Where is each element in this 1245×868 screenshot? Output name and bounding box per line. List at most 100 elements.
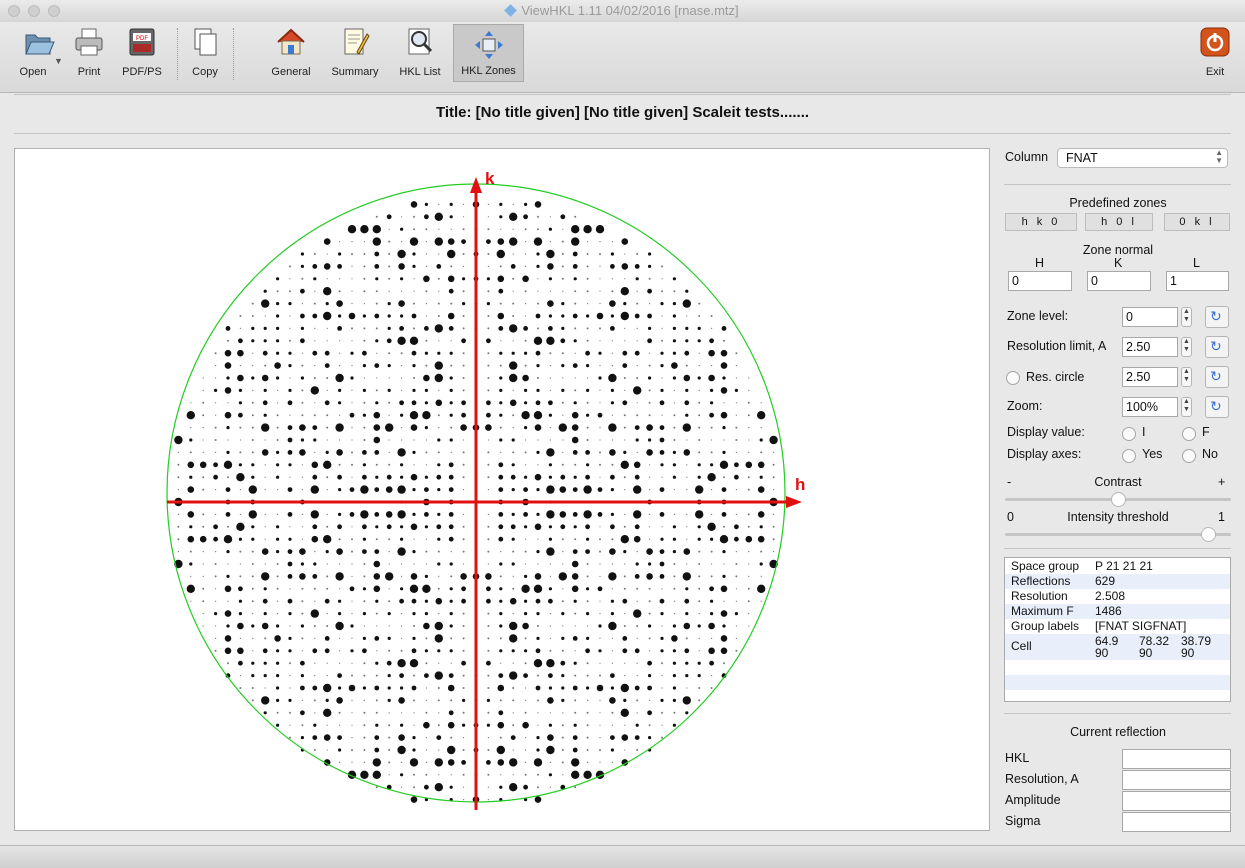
reflection-spot[interactable] <box>424 401 428 405</box>
reflection-spot[interactable] <box>239 451 242 454</box>
reflection-spot[interactable] <box>709 412 714 418</box>
reflection-spot[interactable] <box>512 277 515 280</box>
reflection-spot[interactable] <box>462 377 465 379</box>
reflection-spot[interactable] <box>215 513 217 515</box>
reflection-spot[interactable] <box>685 364 688 367</box>
reflection-spot[interactable] <box>263 326 267 330</box>
reflection-spot[interactable] <box>611 662 614 664</box>
reflection-spot[interactable] <box>735 551 738 553</box>
reflection-spot[interactable] <box>548 227 553 231</box>
reflection-spot[interactable] <box>263 612 267 616</box>
reflection-spot[interactable] <box>673 439 676 441</box>
reflection-spot[interactable] <box>611 352 614 354</box>
reflection-spot[interactable] <box>401 712 403 714</box>
reflection-spot[interactable] <box>720 387 728 394</box>
reflection-spot[interactable] <box>351 550 353 553</box>
reflection-spot[interactable] <box>561 352 564 355</box>
reflection-spot[interactable] <box>611 650 614 652</box>
reflection-spot[interactable] <box>449 401 453 405</box>
reflection-spot[interactable] <box>722 450 726 454</box>
reflection-spot[interactable] <box>609 548 616 555</box>
reflection-spot[interactable] <box>536 488 540 492</box>
reflection-spot[interactable] <box>535 313 541 319</box>
reflection-spot[interactable] <box>624 327 626 329</box>
reflection-spot[interactable] <box>561 612 565 616</box>
reflection-spot[interactable] <box>648 624 652 628</box>
reflection-spot[interactable] <box>499 699 502 702</box>
reflection-spot[interactable] <box>337 735 342 740</box>
reflection-spot[interactable] <box>697 376 701 380</box>
reflection-spot[interactable] <box>623 426 626 429</box>
reflection-spot[interactable] <box>388 439 390 441</box>
reflection-spot[interactable] <box>375 699 378 702</box>
reflection-spot[interactable] <box>747 414 750 417</box>
reflection-spot[interactable] <box>623 587 626 590</box>
reflection-spot[interactable] <box>634 735 640 740</box>
reflection-spot[interactable] <box>413 290 415 292</box>
reflection-spot[interactable] <box>599 526 601 528</box>
reflection-spot[interactable] <box>462 525 465 528</box>
reflection-spot[interactable] <box>375 674 378 677</box>
reflection-spot[interactable] <box>425 464 427 466</box>
column-select[interactable]: FNAT ▲ ▼ <box>1057 148 1228 168</box>
reflection-spot[interactable] <box>525 737 527 739</box>
reflection-spot[interactable] <box>264 476 266 478</box>
reflection-spot[interactable] <box>610 326 615 331</box>
reflection-spot[interactable] <box>462 649 465 652</box>
reflection-spot[interactable] <box>363 277 366 280</box>
reflection-spot[interactable] <box>610 686 615 690</box>
reflection-spot[interactable] <box>288 388 292 392</box>
reflection-spot[interactable] <box>313 562 317 566</box>
reflection-spot[interactable] <box>523 512 528 517</box>
zone-normal-k-input[interactable]: 0 <box>1087 271 1151 291</box>
reflection-spot[interactable] <box>251 575 254 578</box>
reflection-spot[interactable] <box>314 712 316 714</box>
reflection-spot[interactable] <box>190 427 192 429</box>
reflection-spot[interactable] <box>425 339 428 342</box>
reflection-spot[interactable] <box>437 351 441 355</box>
reflection-spot[interactable] <box>189 550 192 553</box>
reflection-spot[interactable] <box>301 389 304 392</box>
reflection-spot[interactable] <box>388 724 391 727</box>
reflection-spot[interactable] <box>548 686 553 690</box>
reflection-spot[interactable] <box>313 625 316 627</box>
reflection-spot[interactable] <box>586 327 589 330</box>
reflection-spot[interactable] <box>546 659 555 668</box>
reflection-spot[interactable] <box>636 365 638 367</box>
reflection-spot[interactable] <box>288 649 292 653</box>
reflection-spot[interactable] <box>646 424 653 431</box>
reflection-spot[interactable] <box>719 460 729 469</box>
reflection-spot[interactable] <box>760 402 762 404</box>
reflection-spot[interactable] <box>375 277 379 281</box>
reflection-spot[interactable] <box>264 315 266 317</box>
reflection-spot[interactable] <box>598 649 602 653</box>
reflection-spot[interactable] <box>413 302 415 305</box>
reflection-spot[interactable] <box>596 312 604 320</box>
reflection-spot[interactable] <box>450 551 452 553</box>
reflection-spot[interactable] <box>659 512 665 517</box>
reflection-spot[interactable] <box>585 350 590 356</box>
reflection-spot[interactable] <box>437 724 440 727</box>
reflection-spot[interactable] <box>599 712 601 714</box>
reflection-spot[interactable] <box>710 687 713 689</box>
reflection-spot[interactable] <box>186 411 195 420</box>
reflection-spot[interactable] <box>226 376 230 380</box>
reflection-spot[interactable] <box>748 563 750 565</box>
reflection-spot[interactable] <box>388 625 390 627</box>
reflection-spot[interactable] <box>276 686 280 690</box>
reflection-spot[interactable] <box>534 473 542 481</box>
reflection-spot[interactable] <box>300 624 304 628</box>
pdf-ps-button[interactable]: PDF PDF/PS <box>116 22 168 82</box>
reflection-spot[interactable] <box>362 587 366 591</box>
reflection-spot[interactable] <box>772 538 775 541</box>
reflection-spot[interactable] <box>412 488 416 492</box>
reflection-spot[interactable] <box>574 538 577 541</box>
reflection-spot[interactable] <box>648 562 652 566</box>
reflection-spot[interactable] <box>425 773 428 776</box>
reflection-spot[interactable] <box>314 327 316 329</box>
reflection-spot[interactable] <box>536 736 540 740</box>
reflection-spot[interactable] <box>597 586 603 592</box>
reflection-spot[interactable] <box>611 761 614 764</box>
reflection-spot[interactable] <box>512 253 514 255</box>
reflection-spot[interactable] <box>438 389 440 391</box>
